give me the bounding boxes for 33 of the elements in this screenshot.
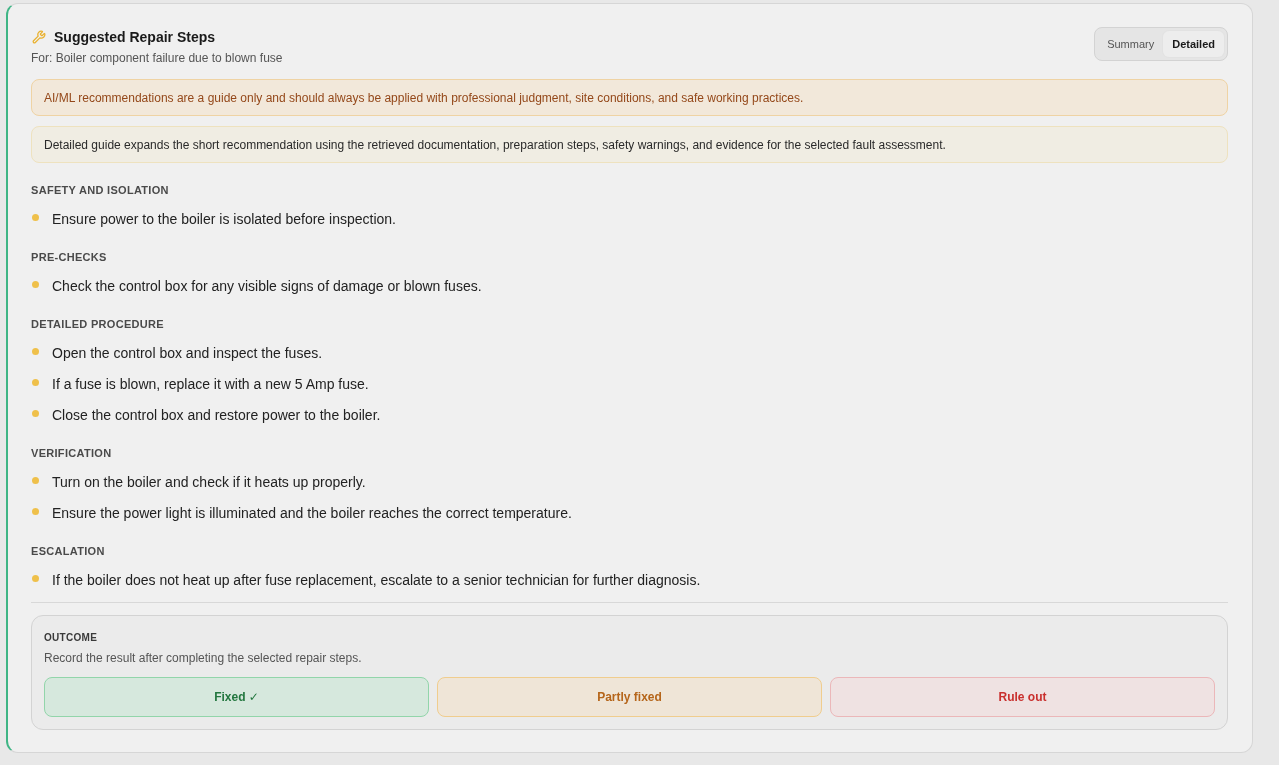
info-notice: Detailed guide expands the short recommendation using the retrieved documentation, preparation steps, safety warnings, and evidence for the selected fault assessment.	[31, 126, 1228, 163]
bullet-icon	[32, 574, 39, 582]
wrench-icon	[32, 30, 46, 44]
step-text: If a fuse is blown, replace it with a new 5 Amp fuse.	[52, 376, 369, 392]
outcome-button[interactable]: Partly fixed	[437, 677, 822, 717]
bullet-icon	[32, 347, 39, 355]
step-text: Check the control box for any visible signs of damage or blown fuses.	[52, 278, 482, 294]
step-text: Close the control box and restore power to the boiler.	[52, 407, 381, 423]
outcome-heading: OUTCOME	[44, 631, 99, 645]
card-title: Suggested Repair Steps	[54, 29, 216, 45]
section-heading: ESCALATION	[31, 544, 106, 558]
card-subtitle: For: Boiler component failure due to blown fuse	[31, 50, 283, 66]
bullet-icon	[32, 507, 39, 515]
view-tab[interactable]: Summary	[1098, 31, 1164, 57]
warning-notice: AI/ML recommendations are a guide only and should always be applied with professional judgment, site conditions, and safe working practices.	[31, 79, 1228, 116]
outcome-button[interactable]: Rule out	[830, 677, 1215, 717]
bullet-icon	[32, 280, 39, 288]
section-heading: VERIFICATION	[31, 446, 113, 460]
section-heading: DETAILED PROCEDURE	[31, 317, 165, 331]
outcome-description: Record the result after completing the selected repair steps.	[44, 650, 363, 666]
section-heading: SAFETY AND ISOLATION	[31, 183, 170, 197]
step-text: Ensure power to the boiler is isolated before inspection.	[52, 211, 396, 227]
bullet-icon	[32, 476, 39, 484]
bullet-icon	[32, 378, 39, 386]
outcome-button[interactable]: Fixed ✓	[44, 677, 429, 717]
section-heading: PRE-CHECKS	[31, 250, 108, 264]
bullet-icon	[32, 409, 39, 417]
step-text: If the boiler does not heat up after fuse replacement, escalate to a senior technician for further diagnosis.	[52, 572, 701, 588]
step-text: Ensure the power light is illuminated and the boiler reaches the correct temperature.	[52, 505, 572, 521]
view-tab[interactable]: Detailed	[1163, 31, 1224, 57]
step-text: Open the control box and inspect the fuses.	[52, 345, 323, 361]
step-text: Turn on the boiler and check if it heats up properly.	[52, 474, 366, 490]
bullet-icon	[32, 213, 39, 221]
